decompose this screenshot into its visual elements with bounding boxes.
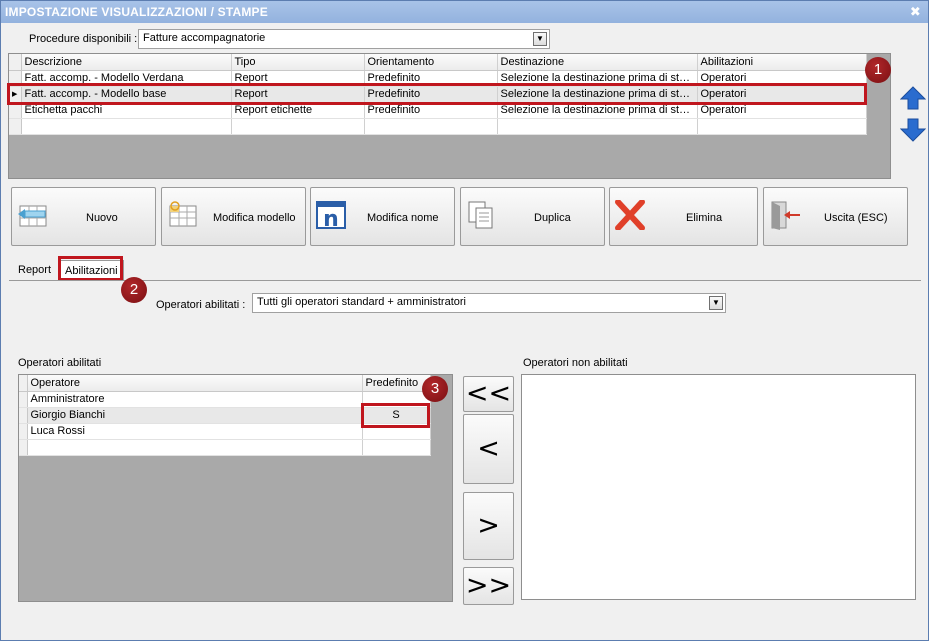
procedure-label: Procedure disponibili : <box>29 33 138 45</box>
duplica-label: Duplica <box>534 212 571 224</box>
move-left-button[interactable]: < <box>463 414 514 484</box>
cell[interactable] <box>362 439 431 456</box>
cell[interactable] <box>21 118 232 135</box>
uscita-button[interactable]: Uscita (ESC) <box>763 187 908 246</box>
row-header[interactable] <box>19 391 28 408</box>
row-header-corner <box>9 54 22 71</box>
modifica-nome-label: Modifica nome <box>367 212 439 224</box>
window-title: IMPOSTAZIONE VISUALIZZAZIONI / STAMPE <box>5 5 268 19</box>
row-header[interactable] <box>19 407 28 424</box>
col-tipo[interactable]: Tipo <box>231 54 365 71</box>
operatori-non-abilitati-list[interactable] <box>521 374 916 600</box>
elimina-label: Elimina <box>686 212 723 224</box>
operatori-non-abilitati-title: Operatori non abilitati <box>523 357 628 369</box>
nuovo-label: Nuovo <box>86 212 118 224</box>
exit-door-icon <box>771 201 800 230</box>
cell[interactable]: Luca Rossi <box>27 423 363 440</box>
elimina-button[interactable]: Elimina <box>609 187 758 246</box>
modifica-modello-button[interactable]: Modifica modello <box>161 187 306 246</box>
operatori-abilitati-label: Operatori abilitati : <box>156 299 246 311</box>
operatori-abilitati-value: Tutti gli operatori standard + amministr… <box>257 296 466 308</box>
annotation-badge-3: 3 <box>422 376 448 402</box>
operatori-header-row: Operatore Predefinito <box>19 375 431 392</box>
table-row-empty[interactable] <box>9 118 867 135</box>
chevron-down-icon[interactable]: ▼ <box>533 32 547 46</box>
move-all-left-button[interactable]: << <box>463 376 514 412</box>
title-bar: IMPOSTAZIONE VISUALIZZAZIONI / STAMPE ✖ <box>1 1 928 23</box>
col-operatore[interactable]: Operatore <box>27 375 363 392</box>
highlight-box-row <box>7 83 867 105</box>
uscita-label: Uscita (ESC) <box>824 212 888 224</box>
tab-report-label: Report <box>18 264 52 276</box>
move-right-button[interactable]: > <box>463 492 514 560</box>
main-window: IMPOSTAZIONE VISUALIZZAZIONI / STAMPE ✖ … <box>0 0 929 641</box>
col-predefinito[interactable]: Predefinito <box>362 375 431 392</box>
annotation-badge-2: 2 <box>121 277 147 303</box>
move-all-right-button[interactable]: >> <box>463 567 514 605</box>
new-record-icon <box>18 205 47 227</box>
cell[interactable] <box>497 118 698 135</box>
rename-icon: n <box>316 201 346 230</box>
move-up-icon[interactable] <box>900 85 926 111</box>
table-row-empty[interactable] <box>19 439 431 456</box>
col-destinazione[interactable]: Destinazione <box>497 54 698 71</box>
row-header[interactable] <box>9 118 22 135</box>
procedure-select[interactable]: Fatture accompagnatorie ▼ <box>138 29 550 49</box>
procedures-header-row: Descrizione Tipo Orientamento Destinazio… <box>9 54 867 71</box>
cell[interactable] <box>231 118 365 135</box>
tab-report[interactable]: Report <box>13 260 56 281</box>
cell[interactable] <box>364 118 498 135</box>
modifica-modello-label: Modifica modello <box>213 212 296 224</box>
modifica-nome-button[interactable]: n Modifica nome <box>310 187 455 246</box>
col-descrizione[interactable]: Descrizione <box>21 54 232 71</box>
row-header-corner <box>19 375 28 392</box>
operatori-abilitati-select[interactable]: Tutti gli operatori standard + amministr… <box>252 293 726 313</box>
cell[interactable]: Amministratore <box>27 391 363 408</box>
col-abilitazioni[interactable]: Abilitazioni <box>697 54 867 71</box>
move-down-icon[interactable] <box>900 117 926 143</box>
procedures-grid[interactable]: Descrizione Tipo Orientamento Destinazio… <box>8 53 891 179</box>
row-header[interactable] <box>19 423 28 440</box>
edit-model-icon <box>169 201 197 227</box>
chevron-down-icon[interactable]: ▼ <box>709 296 723 310</box>
highlight-box-cell <box>361 403 430 428</box>
nuovo-button[interactable]: Nuovo <box>11 187 156 246</box>
row-header[interactable] <box>19 439 28 456</box>
annotation-badge-1: 1 <box>865 57 891 83</box>
cell[interactable]: Giorgio Bianchi <box>27 407 363 424</box>
cell[interactable] <box>27 439 363 456</box>
delete-x-icon <box>615 200 645 230</box>
duplicate-icon <box>468 201 493 229</box>
close-icon[interactable]: ✖ <box>910 4 921 20</box>
procedure-select-value: Fatture accompagnatorie <box>143 32 266 44</box>
operatori-abilitati-title: Operatori abilitati <box>18 357 102 369</box>
highlight-box-tab <box>58 256 123 281</box>
svg-text:n: n <box>323 207 339 230</box>
col-orientamento[interactable]: Orientamento <box>364 54 498 71</box>
duplica-button[interactable]: Duplica <box>460 187 605 246</box>
cell[interactable] <box>697 118 867 135</box>
